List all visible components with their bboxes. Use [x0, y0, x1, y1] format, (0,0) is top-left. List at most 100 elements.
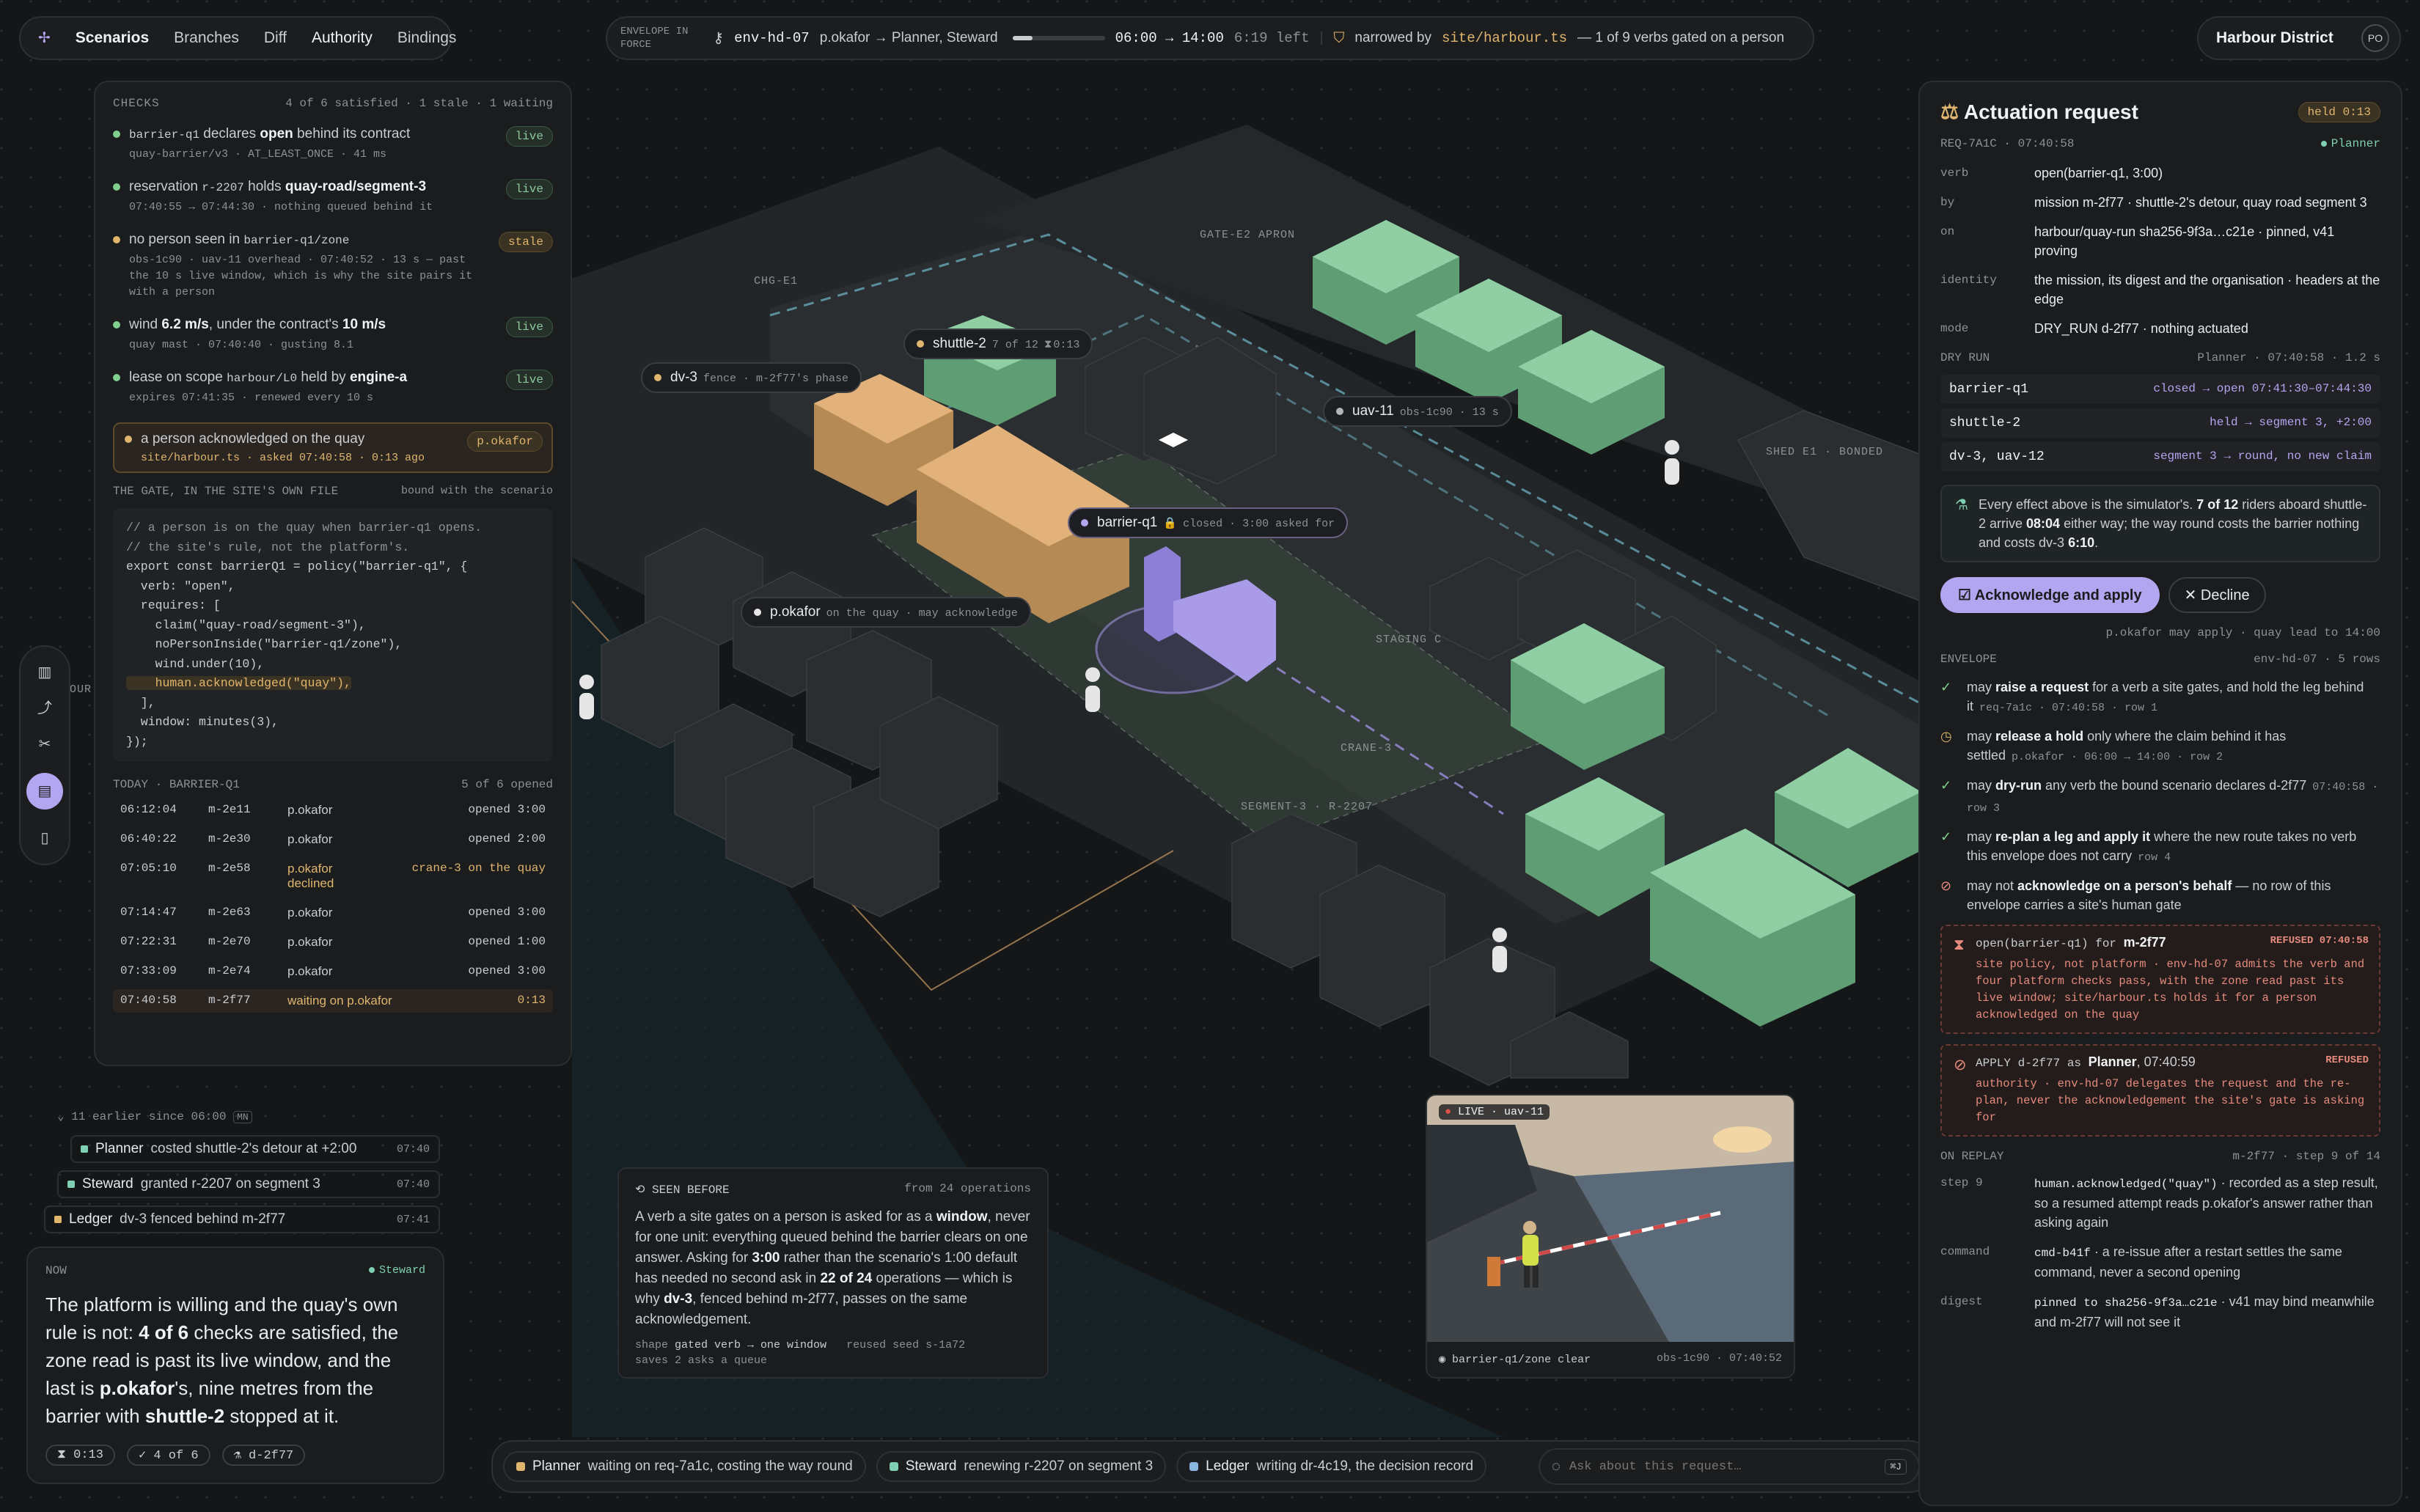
- check-item[interactable]: reservation r-2207 holds quay-road/segme…: [113, 179, 553, 216]
- agent-chip[interactable]: Steward renewing r-2207 on segment 3: [876, 1451, 1167, 1482]
- check-item[interactable]: lease on scope harbour/L0 held by engine…: [113, 370, 553, 406]
- dry-run-note: ⚗ Every effect above is the simulator's.…: [1940, 485, 2380, 562]
- refusal-card[interactable]: ⧗ open(barrier-q1) for m-2f77 REFUSED 07:4…: [1940, 925, 2380, 1034]
- agent-chip[interactable]: Ledger writing dr-4c19, the decision reco…: [1176, 1451, 1487, 1482]
- table-row[interactable]: 07:33:09 m-2e74 p.okafor opened 3:00: [113, 960, 553, 983]
- request-field: on harbour/quay-run sha256-9f3a…c21e · pi…: [1940, 224, 2335, 258]
- chip-timer[interactable]: ⧗ 0:13: [45, 1445, 115, 1466]
- close-icon: ✕: [2184, 587, 2197, 603]
- request-field: by mission m-2f77 · shuttle-2's detour, q…: [1940, 195, 2367, 210]
- request-panel: ⚖ Actuation request held 0:13 REQ-7A1C ·…: [1918, 81, 2402, 1506]
- envelope-delegation: p.okafor → Planner, Steward: [819, 30, 998, 45]
- may-apply-note: p.okafor may apply · quay lead to 14:00: [2105, 626, 2380, 639]
- map-label-crane: CRANE-3: [1341, 742, 1393, 755]
- refused-tag: REFUSED 07:40:58: [2270, 935, 2369, 947]
- envelope-row[interactable]: ✓ may dry-run any verb the bound scenario…: [1940, 776, 2380, 818]
- table-row[interactable]: 07:05:10 m-2e58 p.okafor declined crane-3 o…: [113, 857, 553, 895]
- refusal-card[interactable]: ⊘ APPLY d-2f77 as Planner, 07:40:59 REFUSE…: [1940, 1044, 2380, 1137]
- dry-run-row[interactable]: shuttle-2 held → segment 3, +2:00: [1940, 408, 2380, 438]
- tab-diff[interactable]: Diff: [264, 29, 287, 47]
- check-item[interactable]: wind 6.2 m/s, under the contract's 10 m/…: [113, 317, 553, 353]
- tag-p-okafor[interactable]: p.okafor on the quay · may acknowledge: [741, 597, 1031, 628]
- tag-dv-3[interactable]: dv-3 fence · m-2f77's phase: [641, 362, 862, 393]
- code-line: wind.under(10),: [126, 656, 265, 671]
- code-line: // the site's rule, not the platform's.: [126, 540, 410, 554]
- chip-checks[interactable]: ✓ 4 of 6: [126, 1445, 210, 1466]
- narrowed-file[interactable]: site/harbour.ts: [1442, 30, 1567, 46]
- status-badge: live: [505, 126, 553, 147]
- map-icon[interactable]: ▥: [38, 665, 52, 680]
- envelope-row[interactable]: ⊘ may not acknowledge on a person's behal…: [1940, 876, 2380, 914]
- code-line: claim("quay-road/segment-3"),: [126, 617, 366, 632]
- tab-branches[interactable]: Branches: [174, 29, 239, 47]
- status-badge: stale: [498, 232, 553, 252]
- dry-run-row[interactable]: barrier-q1 closed → open 07:41:30–07:44:3…: [1940, 375, 2380, 404]
- table-row[interactable]: 06:12:04 m-2e11 p.okafor opened 3:00: [113, 799, 553, 822]
- envelope-row[interactable]: ✓ may raise a request for a verb a site g…: [1940, 678, 2380, 718]
- decline-button[interactable]: ✕ Decline: [2168, 577, 2266, 613]
- status-icon: ◷: [1940, 729, 1952, 744]
- envelope-label: ENVELOPE IN: [620, 26, 689, 37]
- code-line: // a person is on the quay when barrier-…: [126, 521, 483, 535]
- list-item[interactable]: Ledger dv-3 fenced behind m-2f77 07:41: [44, 1205, 440, 1233]
- gate-title: THE GATE, IN THE SITE'S OWN FILE: [113, 485, 339, 498]
- chip-dryrun[interactable]: ⚗ d-2f77: [221, 1445, 306, 1466]
- code-line: verb: "open",: [126, 579, 235, 593]
- now-panel: NOW Steward The platform is willing and …: [26, 1247, 444, 1484]
- check-waiting[interactable]: a person acknowledged on the quay site/h…: [113, 422, 553, 473]
- table-row[interactable]: 07:14:47 m-2e63 p.okafor opened 3:00: [113, 901, 553, 925]
- tab-scenarios[interactable]: Scenarios: [76, 29, 149, 47]
- list-item[interactable]: Planner costed shuttle-2's detour at +2:0…: [70, 1135, 440, 1163]
- checks-summary: 4 of 6 satisfied · 1 stale · 1 waiting: [285, 97, 553, 110]
- ask-input[interactable]: [1569, 1459, 1877, 1474]
- list-item[interactable]: Steward granted r-2207 on segment 3 07:40: [57, 1170, 440, 1198]
- map-label-shed: SHED E1 · BONDED: [1766, 446, 1884, 458]
- tab-bindings[interactable]: Bindings: [397, 29, 457, 47]
- acknowledge-apply-button[interactable]: ☑ Acknowledge and apply: [1940, 577, 2160, 613]
- check-item[interactable]: no person seen in barrier-q1/zone obs-1c9…: [113, 232, 553, 301]
- document-icon[interactable]: ▯: [40, 831, 48, 845]
- envelope-id: env-hd-07: [734, 30, 810, 46]
- org-switcher[interactable]: Harbour District PO: [2197, 16, 2401, 60]
- policy-code: // a person is on the quay when barrier-…: [113, 508, 553, 762]
- clipboard-icon[interactable]: ▤: [26, 773, 63, 810]
- scales-icon: ⚖: [1940, 100, 1959, 123]
- seen-before-panel: ⟲ SEEN BEFORE from 24 operations A verb …: [617, 1167, 1049, 1379]
- envelope-bar[interactable]: ENVELOPE IN FORCE ⚷ env-hd-07 p.okafor → …: [606, 16, 1814, 60]
- flask-icon: ⚗: [1955, 497, 1968, 513]
- envelope-row[interactable]: ◷ may release a hold only where the claim…: [1940, 727, 2380, 767]
- map-label-chg: CHG-E1: [754, 275, 799, 287]
- key-icon: ⚷: [713, 30, 725, 46]
- camera-feed[interactable]: ● LIVE · uav-11 ◉ barrier-q1/zone clear …: [1426, 1094, 1795, 1379]
- map-label-staging: STAGING C: [1376, 634, 1442, 646]
- top-nav: ✢ Scenarios Branches Diff Authority Bind…: [19, 16, 456, 60]
- table-row[interactable]: 06:40:22 m-2e30 p.okafor opened 2:00: [113, 828, 553, 851]
- dry-run-row[interactable]: dv-3, uav-12 segment 3 → round, no new cl…: [1940, 442, 2380, 471]
- ask-input-wrap[interactable]: ◌ ⌘J: [1539, 1448, 1920, 1485]
- avatar[interactable]: PO: [2361, 24, 2389, 52]
- envelope-window: 06:00 → 14:00: [1115, 30, 1224, 46]
- table-row[interactable]: 07:40:58 m-2f77 waiting on p.okafor 0:13: [113, 989, 553, 1013]
- envelope-row[interactable]: ✓ may re-plan a leg and apply it where th…: [1940, 827, 2380, 867]
- replay-row: step 9 human.acknowledged("quay") · recor…: [1940, 1175, 2378, 1230]
- route-icon[interactable]: ⤴: [37, 701, 52, 716]
- table-row[interactable]: 07:22:31 m-2e70 p.okafor opened 1:00: [113, 931, 553, 954]
- tag-shuttle-2[interactable]: shuttle-2 7 of 12 ⧗ 0:13: [903, 329, 1093, 359]
- request-field: verb open(barrier-q1, 3:00): [1940, 166, 2163, 180]
- status-icon: ⊘: [1940, 878, 1952, 893]
- tag-uav-11[interactable]: uav-11 obs-1c90 · 13 s: [1323, 396, 1512, 427]
- replay-row: command cmd-b41f · a re-issue after a res…: [1940, 1244, 2342, 1280]
- tab-authority[interactable]: Authority: [312, 29, 373, 47]
- tag-barrier-q1[interactable]: barrier-q1 🔒 closed · 3:00 asked for: [1068, 507, 1349, 538]
- map-label-segment: SEGMENT-3 · R-2207: [1241, 801, 1374, 813]
- scissors-icon[interactable]: ✂: [39, 737, 51, 752]
- ask-shortcut: ⌘J: [1885, 1458, 1907, 1475]
- checks-panel: CHECKS 4 of 6 satisfied · 1 stale · 1 wa…: [94, 81, 572, 1066]
- check-item[interactable]: barrier-q1 declares open behind its cont…: [113, 126, 553, 163]
- refused-tag: REFUSED: [2325, 1054, 2369, 1066]
- hourglass-icon: ⧗: [1044, 339, 1052, 351]
- agent-chip[interactable]: Planner waiting on req-7a1c, costing the …: [503, 1451, 866, 1482]
- code-line: requires: [: [126, 598, 221, 612]
- feed-earlier[interactable]: ⌄ 11 earlier since 06:00 MN: [57, 1109, 440, 1123]
- lock-icon: 🔒: [1163, 518, 1178, 530]
